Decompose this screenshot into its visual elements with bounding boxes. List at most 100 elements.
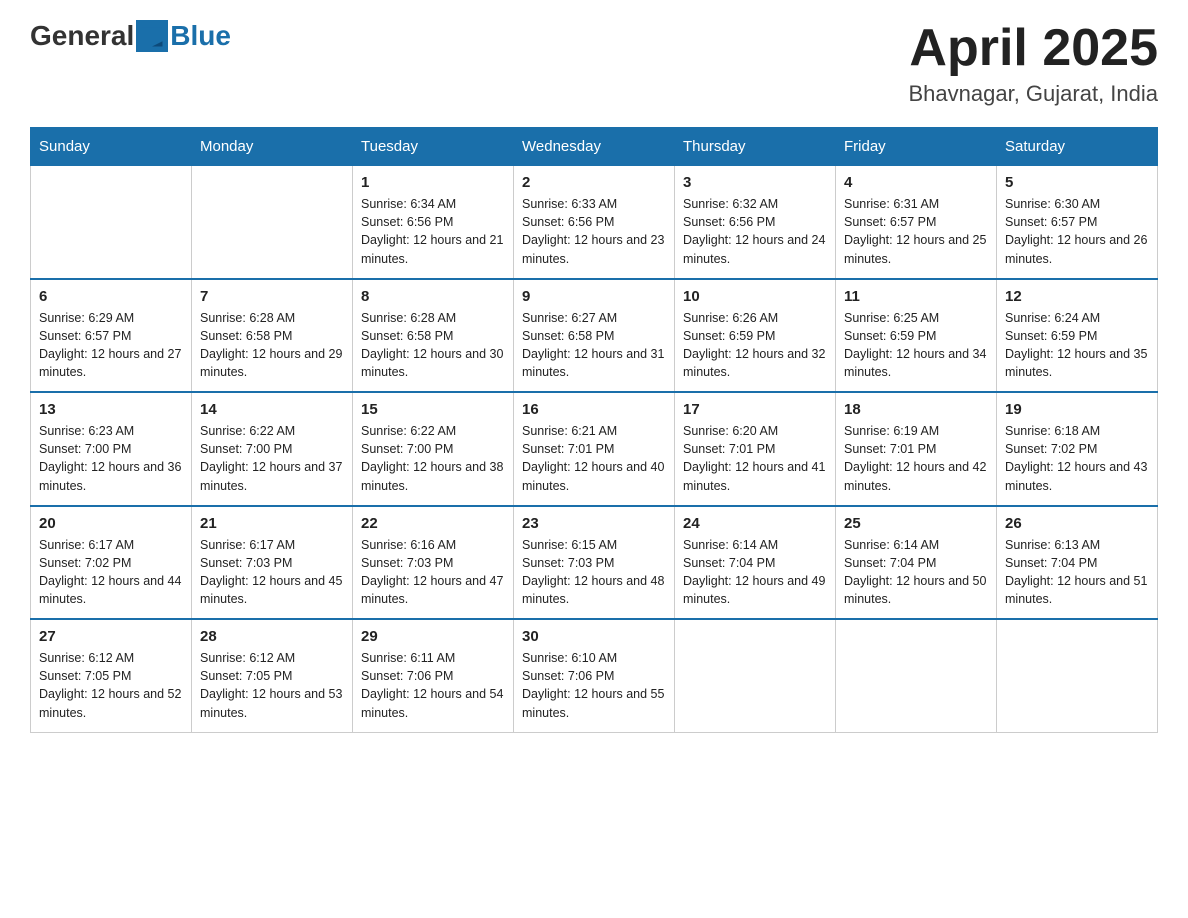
calendar-day-23: 23 Sunrise: 6:15 AMSunset: 7:03 PMDayligh…: [514, 506, 675, 620]
calendar-empty-cell: [31, 166, 192, 279]
calendar-week-1: 1 Sunrise: 6:34 AMSunset: 6:56 PMDaylight…: [31, 166, 1158, 279]
day-number: 25: [844, 515, 988, 532]
day-number: 1: [361, 174, 505, 191]
day-detail: Sunrise: 6:15 AMSunset: 7:03 PMDaylight:…: [522, 536, 666, 609]
day-detail: Sunrise: 6:19 AMSunset: 7:01 PMDaylight:…: [844, 422, 988, 495]
day-number: 23: [522, 515, 666, 532]
day-detail: Sunrise: 6:32 AMSunset: 6:56 PMDaylight:…: [683, 195, 827, 268]
day-number: 13: [39, 401, 183, 418]
day-number: 12: [1005, 288, 1149, 305]
day-number: 4: [844, 174, 988, 191]
calendar-day-29: 29 Sunrise: 6:11 AMSunset: 7:06 PMDayligh…: [353, 619, 514, 732]
weekday-header-monday: Monday: [192, 128, 353, 166]
calendar-day-15: 15 Sunrise: 6:22 AMSunset: 7:00 PMDayligh…: [353, 392, 514, 506]
page-header: General Blue April 2025 Bhavnagar, Gujar…: [30, 20, 1158, 107]
calendar-day-30: 30 Sunrise: 6:10 AMSunset: 7:06 PMDayligh…: [514, 619, 675, 732]
day-number: 28: [200, 628, 344, 645]
day-detail: Sunrise: 6:14 AMSunset: 7:04 PMDaylight:…: [683, 536, 827, 609]
day-detail: Sunrise: 6:22 AMSunset: 7:00 PMDaylight:…: [200, 422, 344, 495]
calendar-day-6: 6 Sunrise: 6:29 AMSunset: 6:57 PMDaylight…: [31, 279, 192, 393]
day-number: 6: [39, 288, 183, 305]
day-detail: Sunrise: 6:18 AMSunset: 7:02 PMDaylight:…: [1005, 422, 1149, 495]
logo: General Blue: [30, 20, 231, 52]
day-detail: Sunrise: 6:10 AMSunset: 7:06 PMDaylight:…: [522, 649, 666, 722]
day-number: 24: [683, 515, 827, 532]
day-detail: Sunrise: 6:29 AMSunset: 6:57 PMDaylight:…: [39, 309, 183, 382]
calendar-day-2: 2 Sunrise: 6:33 AMSunset: 6:56 PMDaylight…: [514, 166, 675, 279]
logo-icon: [136, 20, 168, 52]
calendar-empty-cell: [997, 619, 1158, 732]
day-detail: Sunrise: 6:22 AMSunset: 7:00 PMDaylight:…: [361, 422, 505, 495]
day-detail: Sunrise: 6:20 AMSunset: 7:01 PMDaylight:…: [683, 422, 827, 495]
calendar-day-21: 21Sunrise: 6:17 AMSunset: 7:03 PMDayligh…: [192, 506, 353, 620]
calendar-week-3: 13Sunrise: 6:23 AMSunset: 7:00 PMDayligh…: [31, 392, 1158, 506]
weekday-header-row: SundayMondayTuesdayWednesdayThursdayFrid…: [31, 128, 1158, 166]
calendar-day-25: 25 Sunrise: 6:14 AMSunset: 7:04 PMDayligh…: [836, 506, 997, 620]
weekday-header-tuesday: Tuesday: [353, 128, 514, 166]
day-detail: Sunrise: 6:26 AMSunset: 6:59 PMDaylight:…: [683, 309, 827, 382]
page-subtitle: Bhavnagar, Gujarat, India: [909, 81, 1159, 107]
day-number: 3: [683, 174, 827, 191]
day-number: 15: [361, 401, 505, 418]
day-number: 17: [683, 401, 827, 418]
calendar-empty-cell: [192, 166, 353, 279]
calendar-day-20: 20 Sunrise: 6:17 AMSunset: 7:02 PMDayligh…: [31, 506, 192, 620]
calendar-day-26: 26Sunrise: 6:13 AMSunset: 7:04 PMDayligh…: [997, 506, 1158, 620]
day-number: 16: [522, 401, 666, 418]
title-block: April 2025 Bhavnagar, Gujarat, India: [909, 20, 1159, 107]
calendar-week-2: 6 Sunrise: 6:29 AMSunset: 6:57 PMDaylight…: [31, 279, 1158, 393]
weekday-header-sunday: Sunday: [31, 128, 192, 166]
day-detail: Sunrise: 6:11 AMSunset: 7:06 PMDaylight:…: [361, 649, 505, 722]
day-detail: Sunrise: 6:24 AMSunset: 6:59 PMDaylight:…: [1005, 309, 1149, 382]
calendar-day-28: 28 Sunrise: 6:12 AMSunset: 7:05 PMDayligh…: [192, 619, 353, 732]
calendar-day-12: 12 Sunrise: 6:24 AMSunset: 6:59 PMDayligh…: [997, 279, 1158, 393]
day-detail: Sunrise: 6:28 AMSunset: 6:58 PMDaylight:…: [200, 309, 344, 382]
day-detail: Sunrise: 6:21 AMSunset: 7:01 PMDaylight:…: [522, 422, 666, 495]
day-detail: Sunrise: 6:33 AMSunset: 6:56 PMDaylight:…: [522, 195, 666, 268]
day-number: 11: [844, 288, 988, 305]
day-number: 20: [39, 515, 183, 532]
day-number: 29: [361, 628, 505, 645]
calendar-day-11: 11 Sunrise: 6:25 AMSunset: 6:59 PMDayligh…: [836, 279, 997, 393]
day-number: 22: [361, 515, 505, 532]
calendar-day-17: 17 Sunrise: 6:20 AMSunset: 7:01 PMDayligh…: [675, 392, 836, 506]
day-number: 26: [1005, 515, 1149, 532]
weekday-header-wednesday: Wednesday: [514, 128, 675, 166]
calendar-day-24: 24 Sunrise: 6:14 AMSunset: 7:04 PMDayligh…: [675, 506, 836, 620]
calendar-day-4: 4Sunrise: 6:31 AMSunset: 6:57 PMDaylight…: [836, 166, 997, 279]
calendar-empty-cell: [675, 619, 836, 732]
day-number: 19: [1005, 401, 1149, 418]
day-number: 30: [522, 628, 666, 645]
calendar-day-27: 27Sunrise: 6:12 AMSunset: 7:05 PMDayligh…: [31, 619, 192, 732]
calendar-day-5: 5Sunrise: 6:30 AMSunset: 6:57 PMDaylight…: [997, 166, 1158, 279]
calendar-day-3: 3 Sunrise: 6:32 AMSunset: 6:56 PMDaylight…: [675, 166, 836, 279]
day-detail: Sunrise: 6:16 AMSunset: 7:03 PMDaylight:…: [361, 536, 505, 609]
logo-blue-text: Blue: [170, 20, 231, 52]
calendar-day-7: 7 Sunrise: 6:28 AMSunset: 6:58 PMDaylight…: [192, 279, 353, 393]
calendar-day-22: 22 Sunrise: 6:16 AMSunset: 7:03 PMDayligh…: [353, 506, 514, 620]
day-detail: Sunrise: 6:17 AMSunset: 7:03 PMDaylight:…: [200, 536, 344, 609]
calendar-day-10: 10 Sunrise: 6:26 AMSunset: 6:59 PMDayligh…: [675, 279, 836, 393]
weekday-header-saturday: Saturday: [997, 128, 1158, 166]
day-detail: Sunrise: 6:28 AMSunset: 6:58 PMDaylight:…: [361, 309, 505, 382]
calendar-day-14: 14 Sunrise: 6:22 AMSunset: 7:00 PMDayligh…: [192, 392, 353, 506]
weekday-header-thursday: Thursday: [675, 128, 836, 166]
calendar-day-16: 16 Sunrise: 6:21 AMSunset: 7:01 PMDayligh…: [514, 392, 675, 506]
day-detail: Sunrise: 6:27 AMSunset: 6:58 PMDaylight:…: [522, 309, 666, 382]
logo-general-text: General: [30, 20, 134, 52]
calendar-day-13: 13Sunrise: 6:23 AMSunset: 7:00 PMDayligh…: [31, 392, 192, 506]
day-number: 2: [522, 174, 666, 191]
day-detail: Sunrise: 6:14 AMSunset: 7:04 PMDaylight:…: [844, 536, 988, 609]
day-detail: Sunrise: 6:17 AMSunset: 7:02 PMDaylight:…: [39, 536, 183, 609]
day-number: 7: [200, 288, 344, 305]
day-detail: Sunrise: 6:30 AMSunset: 6:57 PMDaylight:…: [1005, 195, 1149, 268]
day-detail: Sunrise: 6:12 AMSunset: 7:05 PMDaylight:…: [39, 649, 183, 722]
day-number: 14: [200, 401, 344, 418]
calendar-day-8: 8Sunrise: 6:28 AMSunset: 6:58 PMDaylight…: [353, 279, 514, 393]
day-detail: Sunrise: 6:34 AMSunset: 6:56 PMDaylight:…: [361, 195, 505, 268]
calendar-day-1: 1 Sunrise: 6:34 AMSunset: 6:56 PMDaylight…: [353, 166, 514, 279]
day-number: 10: [683, 288, 827, 305]
calendar-week-4: 20 Sunrise: 6:17 AMSunset: 7:02 PMDayligh…: [31, 506, 1158, 620]
day-detail: Sunrise: 6:25 AMSunset: 6:59 PMDaylight:…: [844, 309, 988, 382]
day-detail: Sunrise: 6:12 AMSunset: 7:05 PMDaylight:…: [200, 649, 344, 722]
